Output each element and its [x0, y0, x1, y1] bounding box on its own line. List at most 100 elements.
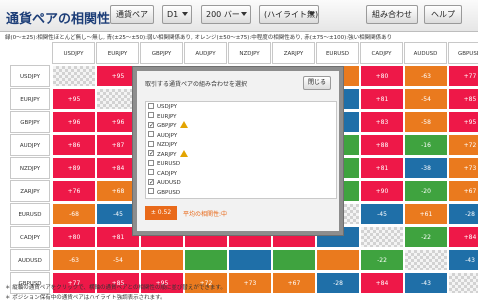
correlation-cell: +80 — [360, 65, 404, 87]
chevron-down-icon — [241, 12, 247, 16]
checkbox[interactable]: ✓ — [148, 121, 154, 128]
row-label[interactable]: CADJPY — [10, 226, 50, 248]
correlation-cell: -28 — [448, 203, 478, 225]
pair-option[interactable]: EURJPY — [148, 112, 328, 122]
avg-correlation-text: 平均の相関性:中 — [183, 211, 228, 218]
correlation-cell: +95 — [448, 111, 478, 133]
correlation-cell: -22 — [404, 226, 448, 248]
pair-option[interactable]: EURUSD — [148, 159, 328, 169]
checkbox[interactable] — [148, 112, 154, 118]
row-label[interactable]: EURUSD — [10, 203, 50, 225]
column-header: AUDJPY — [184, 42, 227, 64]
highlight-select[interactable]: (ハイライト無) — [259, 5, 319, 24]
correlation-cell: -54 — [96, 249, 140, 271]
pair-checklist: USDJPY EURJPY ✓ GBPJPY AUDJPY NZDJPY ✓ ZARJPY EU… — [145, 101, 337, 199]
pair-option-label: EURUSD — [157, 161, 181, 167]
correlation-cell: -54 — [404, 88, 448, 110]
bars-select[interactable]: 200 バー — [201, 5, 251, 24]
correlation-cell — [404, 249, 448, 271]
pair-option-label: NZDJPY — [157, 142, 178, 148]
footer-note-2: ＊ ポジション保有中の通貨ペアはハイライト強調表示されます。 — [5, 295, 166, 301]
checkbox[interactable] — [148, 140, 154, 147]
avg-correlation-badge: ± 0.52 — [145, 206, 177, 220]
column-header: GBPUSD — [448, 42, 478, 64]
color-legend: 緑(0～±25):相関性ほとんど無し～無し, 青(±25～±50):弱い相関関係… — [5, 35, 393, 41]
row-label[interactable]: AUDUSD — [10, 249, 50, 271]
pair-option[interactable]: ✓ AUDUSD — [148, 178, 328, 188]
pair-option-label: AUDJPY — [157, 132, 178, 139]
correlation-cell: -43 — [404, 272, 448, 294]
correlation-cell: +90 — [360, 180, 404, 202]
pair-option[interactable]: USDJPY — [148, 102, 328, 112]
correlation-cell: +80 — [52, 226, 96, 248]
pair-option[interactable]: NZDJPY — [148, 140, 328, 150]
correlation-cell: +73 — [448, 157, 478, 179]
pair-option-label: CADJPY — [157, 170, 178, 177]
pair-option[interactable]: CADJPY — [148, 169, 328, 179]
column-header: EURUSD — [316, 42, 359, 64]
correlation-cell — [140, 249, 184, 271]
correlation-cell: -43 — [448, 249, 478, 271]
row-label[interactable]: AUDJPY — [10, 134, 50, 156]
checkbox[interactable] — [148, 131, 154, 137]
correlation-cell: -16 — [404, 134, 448, 156]
correlation-cell: -38 — [404, 157, 448, 179]
chevron-down-icon — [309, 12, 315, 16]
checkbox[interactable] — [148, 188, 154, 194]
correlation-cell: -68 — [52, 203, 96, 225]
row-label[interactable]: EURJPY — [10, 88, 50, 110]
correlation-cell: +95 — [52, 88, 96, 110]
correlation-cell: -58 — [404, 111, 448, 133]
toolbar: 通貨ペアの相関性 通貨ペア D1 200 バー (ハイライト無) 組み合わせ ヘ… — [0, 0, 478, 32]
column-header: USDJPY — [52, 42, 95, 64]
timeframe-select[interactable]: D1 — [162, 5, 192, 24]
correlation-cell — [360, 226, 404, 248]
correlation-cell: -45 — [360, 203, 404, 225]
row-label[interactable]: GBPJPY — [10, 111, 50, 133]
correlation-cell: +88 — [360, 134, 404, 156]
pair-option[interactable]: ✓ GBPJPY — [148, 121, 328, 131]
warning-icon — [179, 149, 188, 157]
footer-note-1: ＊ 縦軸の通貨ペアをクリックで、横軸の通貨ペアとの相関性の順に並び替えができます… — [5, 285, 226, 291]
help-button[interactable]: ヘルプ — [424, 5, 462, 24]
correlation-cell: +72 — [448, 134, 478, 156]
pair-button[interactable]: 通貨ペア — [110, 5, 154, 24]
page-title: 通貨ペアの相関性 — [6, 12, 111, 27]
pair-option-label: GBPJPY — [157, 123, 177, 129]
correlation-cell — [52, 65, 96, 87]
pair-option[interactable]: AUDJPY — [148, 131, 328, 141]
close-button[interactable]: 閉じる — [303, 76, 331, 90]
pair-option-label: EURJPY — [157, 113, 177, 120]
correlation-cell: +85 — [448, 88, 478, 110]
correlation-cell: +77 — [448, 65, 478, 87]
row-label[interactable]: NZDJPY — [10, 157, 50, 179]
correlation-cell: +89 — [52, 157, 96, 179]
pair-option[interactable]: ✓ ZARJPY — [148, 149, 328, 160]
checkbox[interactable]: ✓ — [148, 178, 154, 185]
checkbox[interactable]: ✓ — [148, 150, 154, 157]
column-header: CADJPY — [360, 42, 403, 64]
checkbox[interactable] — [148, 159, 154, 166]
correlation-cell: +67 — [272, 272, 316, 294]
pair-option[interactable]: GBPUSD — [148, 188, 328, 198]
column-header: ZARJPY — [272, 42, 315, 64]
correlation-cell: -63 — [404, 65, 448, 87]
correlation-cell: -63 — [52, 249, 96, 271]
row-label[interactable]: USDJPY — [10, 65, 50, 87]
correlation-cell: +81 — [360, 157, 404, 179]
pair-option-label: GBPUSD — [157, 189, 181, 196]
correlation-cell — [228, 249, 272, 271]
correlation-cell — [184, 249, 228, 271]
correlation-cell: +84 — [448, 226, 478, 248]
row-label[interactable]: ZARJPY — [10, 180, 50, 202]
correlation-cell: -22 — [360, 249, 404, 271]
checkbox[interactable] — [148, 102, 154, 109]
dialog-title: 取引する通貨ペアの組み合わせを選択 — [145, 81, 248, 88]
correlation-cell: +84 — [360, 272, 404, 294]
correlation-cell: +61 — [404, 203, 448, 225]
correlation-cell — [272, 249, 316, 271]
correlation-cell: +67 — [448, 180, 478, 202]
combine-button[interactable]: 組み合わせ — [366, 5, 418, 24]
checkbox[interactable] — [148, 169, 154, 175]
column-header: AUDUSD — [404, 42, 447, 64]
